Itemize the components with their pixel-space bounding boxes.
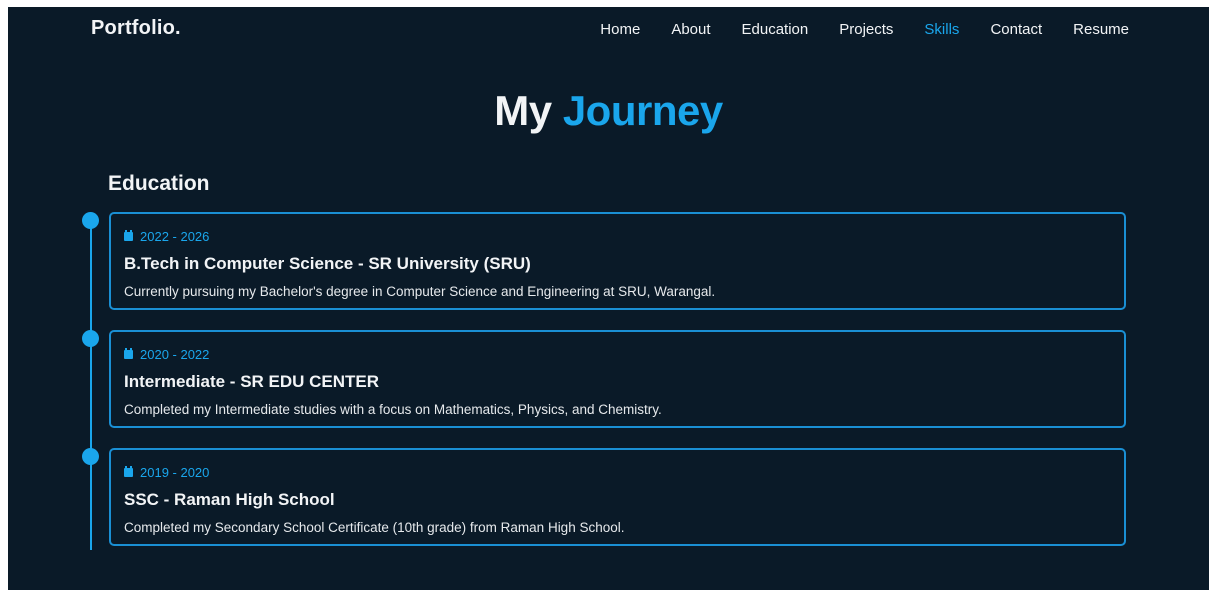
education-card: 2019 - 2020 SSC - Raman High School Comp…	[109, 448, 1126, 546]
education-card: 2022 - 2026 B.Tech in Computer Science -…	[109, 212, 1126, 310]
education-description: Completed my Intermediate studies with a…	[124, 402, 662, 417]
education-date: 2022 - 2026	[124, 228, 1124, 244]
page-title: My Journey	[8, 87, 1209, 135]
calendar-icon	[124, 347, 133, 359]
education-date: 2019 - 2020	[124, 464, 1124, 480]
nav-education[interactable]: Education	[742, 21, 809, 38]
calendar-icon	[124, 465, 133, 477]
education-card: 2020 - 2022 Intermediate - SR EDU CENTER…	[109, 330, 1126, 428]
education-date-text: 2019 - 2020	[140, 464, 210, 480]
timeline-dot	[82, 448, 99, 465]
main-nav: Home About Education Projects Skills Con…	[600, 21, 1129, 38]
brand-logo[interactable]: Portfolio.	[91, 17, 181, 40]
education-title: SSC - Raman High School	[124, 490, 335, 509]
education-heading: Education	[108, 172, 210, 195]
page-title-main: My	[494, 87, 552, 134]
timeline-dot	[82, 330, 99, 347]
nav-projects[interactable]: Projects	[839, 21, 893, 38]
page-frame: Portfolio. Home About Education Projects…	[8, 7, 1209, 590]
page-title-accent: Journey	[562, 87, 723, 134]
education-date: 2020 - 2022	[124, 346, 1124, 362]
nav-about[interactable]: About	[671, 21, 710, 38]
nav-skills[interactable]: Skills	[924, 21, 959, 38]
education-title: B.Tech in Computer Science - SR Universi…	[124, 254, 531, 273]
education-date-text: 2020 - 2022	[140, 346, 210, 362]
education-date-text: 2022 - 2026	[140, 228, 210, 244]
nav-resume[interactable]: Resume	[1073, 21, 1129, 38]
education-description: Currently pursuing my Bachelor's degree …	[124, 284, 716, 299]
timeline-line	[90, 220, 92, 550]
nav-home[interactable]: Home	[600, 21, 640, 38]
calendar-icon	[124, 229, 133, 241]
timeline-dot	[82, 212, 99, 229]
education-description: Completed my Secondary School Certificat…	[124, 520, 625, 535]
nav-contact[interactable]: Contact	[990, 21, 1042, 38]
education-title: Intermediate - SR EDU CENTER	[124, 372, 380, 391]
